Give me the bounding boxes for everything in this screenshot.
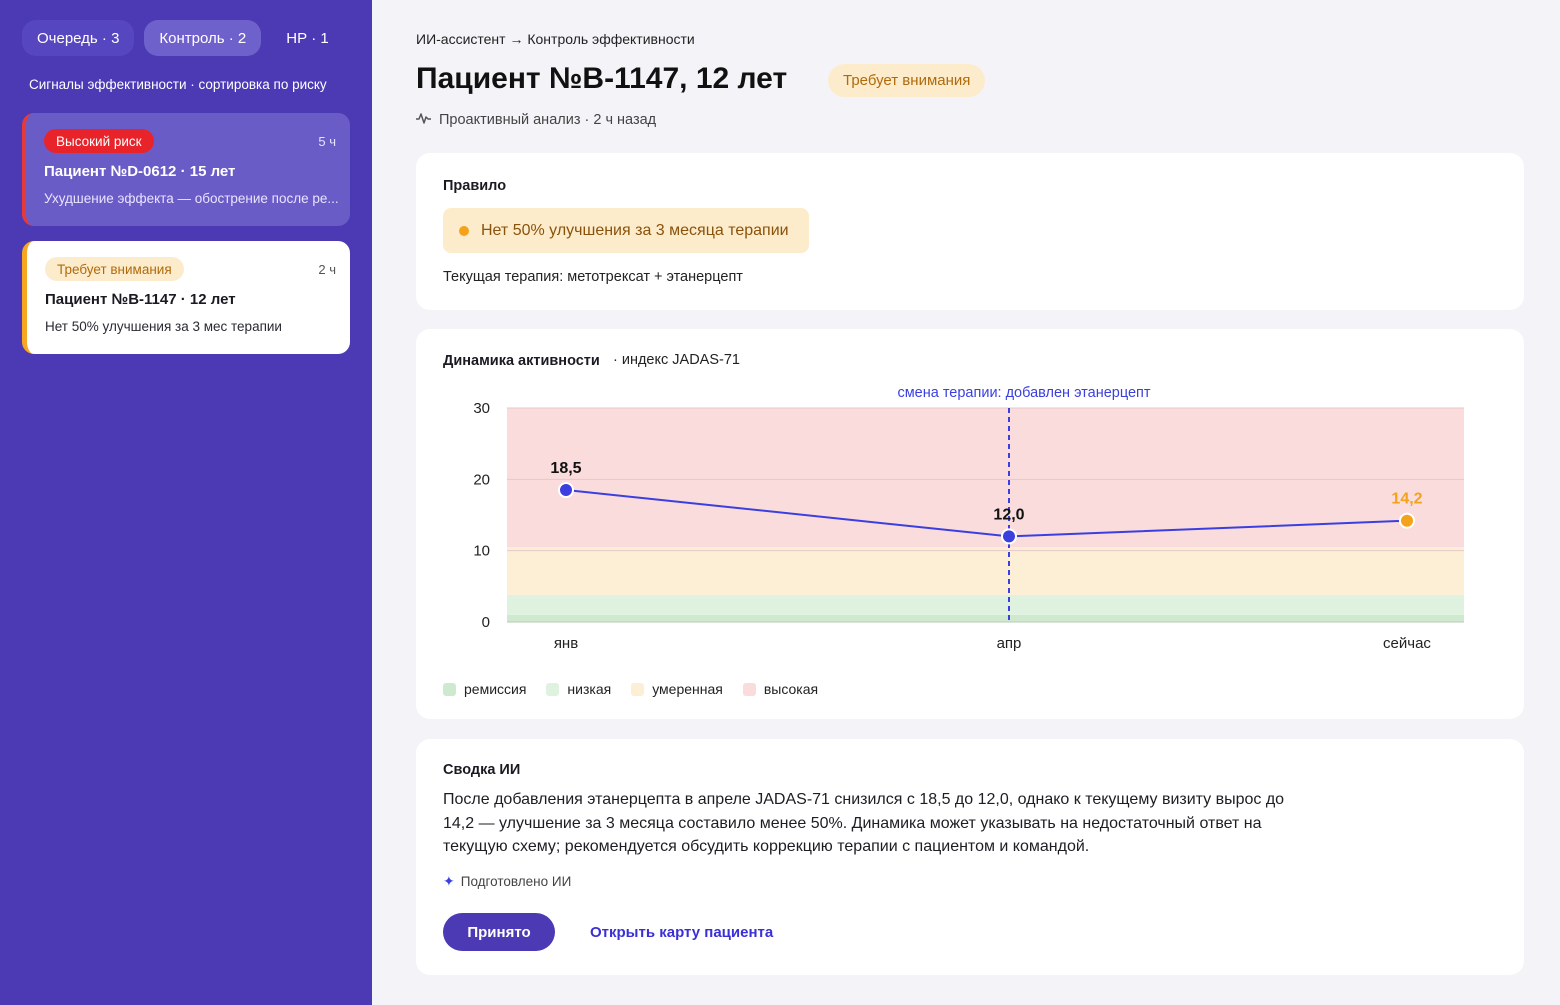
legend-label: низкая: [567, 681, 612, 697]
legend-label: умеренная: [652, 681, 723, 697]
legend-item: ремиссия: [443, 681, 526, 697]
data-label: 18,5: [550, 460, 581, 477]
legend-item: высокая: [742, 681, 819, 697]
x-tick-label: апр: [997, 635, 1022, 652]
summary-heading: Сводка ИИ: [443, 762, 521, 778]
legend-item: низкая: [546, 681, 611, 697]
legend-label: высокая: [763, 681, 819, 697]
tab-queue[interactable]: Очередь · 3: [22, 20, 135, 56]
legend-swatch: [546, 682, 560, 696]
y-tick-label: 20: [473, 471, 490, 488]
warning-dot-icon: [459, 225, 469, 236]
rule-heading: Правило: [443, 178, 507, 194]
breadcrumb: ИИ-ассистент → Контроль эффективности: [416, 31, 695, 47]
card-patient-title: Пациент №B-1147 · 12 лет: [45, 291, 236, 308]
sparkle-icon: ✦: [443, 873, 455, 889]
sidebar-subtitle: Сигналы эффективности · сортировка по ри…: [29, 77, 327, 92]
open-patient-card-link[interactable]: Открыть карту пациента: [590, 924, 773, 941]
data-point: [558, 482, 574, 499]
legend-swatch: [742, 682, 756, 696]
analysis-meta: Проактивный анализ · 2 ч назад: [416, 112, 656, 128]
legend-label: ремиссия: [464, 681, 527, 697]
band-2: [507, 547, 1464, 595]
activity-chart-panel: Динамика активности · индекс JADAS-71 01…: [416, 329, 1524, 719]
rule-text: Нет 50% улучшения за 3 месяца терапии: [481, 221, 789, 239]
card-description: Ухудшение эффекта — обострение после ре.…: [44, 191, 339, 206]
card-patient-title: Пациент №D-0612 · 15 лет: [44, 163, 236, 180]
band-1: [507, 594, 1464, 615]
rule-panel: Правило Нет 50% улучшения за 3 месяца те…: [416, 153, 1524, 310]
legend-swatch: [443, 682, 456, 696]
card-time: 5 ч: [318, 134, 336, 149]
legend-swatch: [631, 682, 645, 696]
card-time: 2 ч: [318, 262, 336, 277]
queue-tabs: Очередь · 3 Контроль · 2 НР · 1: [22, 20, 344, 56]
rule-pill: Нет 50% улучшения за 3 месяца терапии: [443, 208, 809, 253]
summary-text: После добавления этанерцепта в апреле JA…: [443, 791, 1285, 855]
current-therapy: Текущая терапия: метотрексат + этанерцеп…: [443, 269, 743, 285]
activity-icon: [416, 112, 431, 128]
x-tick-label: янв: [554, 635, 578, 652]
data-label: 14,2: [1391, 491, 1422, 508]
activity-line-chart: 0 10 20 30 янв апр сейчас смена терапии: добавл…: [473, 385, 1464, 652]
therapy-change-annotation: смена терапии: добавлен этанерцепт: [897, 385, 1150, 401]
card-description: Нет 50% улучшения за 3 мес терапии: [45, 319, 282, 334]
data-point: [1399, 512, 1415, 529]
ai-note-text: Подготовлено ИИ: [460, 874, 572, 889]
y-tick-label: 0: [482, 614, 490, 631]
y-tick-label: 10: [473, 543, 490, 560]
chart-legend: ремиссия низкая умеренная высокая: [443, 681, 818, 697]
signal-card-high-risk[interactable]: Высокий риск 5 ч Пациент №D-0612 · 15 ле…: [22, 113, 350, 226]
status-badge: Требует внимания: [828, 64, 986, 97]
y-tick-label: 30: [473, 400, 490, 417]
band-3: [507, 408, 1464, 548]
legend-item: умеренная: [631, 681, 723, 697]
data-point: [1001, 528, 1017, 545]
accept-button[interactable]: Принято: [443, 913, 555, 951]
signal-card-attention[interactable]: Требует внимания 2 ч Пациент №B-1147 · 1…: [22, 241, 350, 354]
data-label: 12,0: [993, 506, 1024, 523]
band-0: [507, 614, 1464, 622]
risk-badge-high: Высокий риск: [44, 129, 154, 153]
x-tick-label: сейчас: [1383, 635, 1431, 652]
sidebar: Очередь · 3 Контроль · 2 НР · 1 Сигналы …: [0, 0, 372, 1005]
ai-note: ✦ Подготовлено ИИ: [443, 873, 571, 890]
page-title: Пациент №B-1147, 12 лет: [416, 62, 788, 95]
tab-adverse-reactions[interactable]: НР · 1: [271, 20, 344, 56]
risk-badge-attention: Требует внимания: [45, 257, 184, 281]
ai-summary-panel: Сводка ИИ После добавления этанерцепта в…: [416, 739, 1524, 975]
tab-control[interactable]: Контроль · 2: [144, 20, 262, 56]
analysis-text: Проактивный анализ · 2 ч назад: [439, 112, 657, 128]
